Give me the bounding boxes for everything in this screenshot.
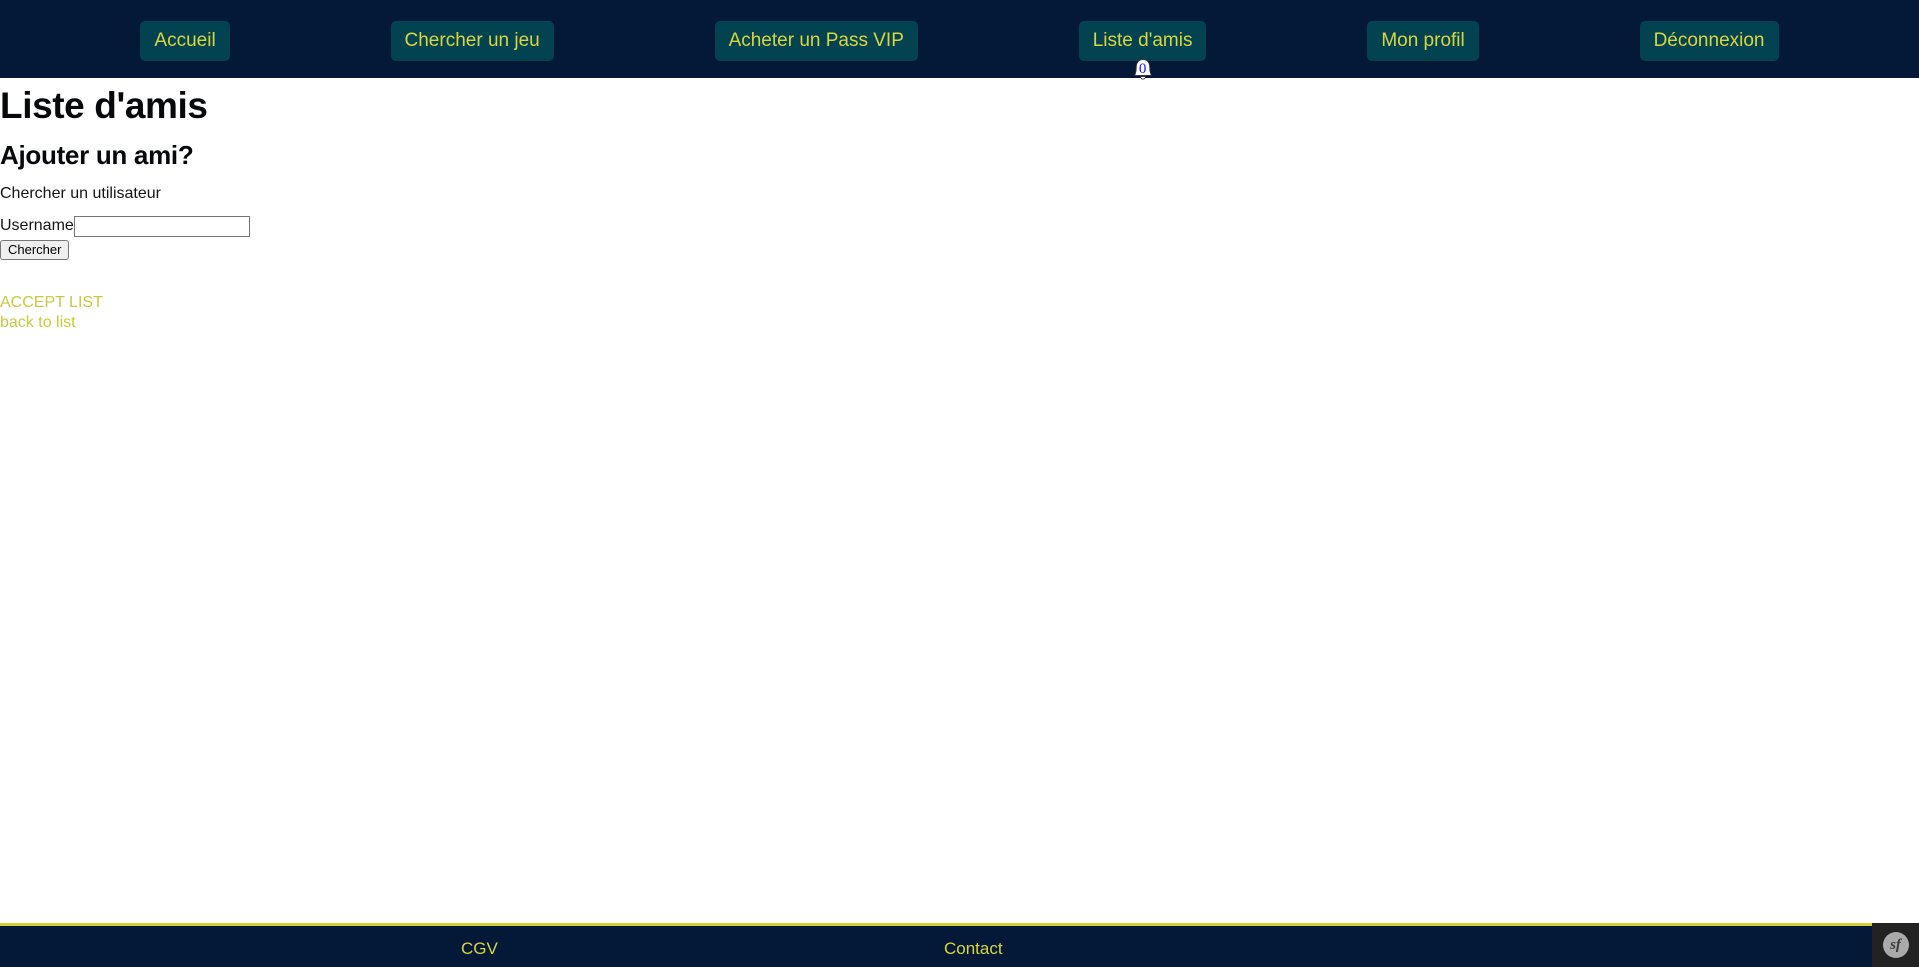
page-footer: CGV Contact [0, 923, 1919, 967]
footer-link-contact[interactable]: Contact [944, 939, 1003, 958]
friend-list-links: ACCEPT LIST back to list [0, 293, 103, 333]
nav-deconnexion-button[interactable]: Déconnexion [1640, 21, 1779, 61]
nav-chercher-un-jeu-button[interactable]: Chercher un jeu [391, 21, 554, 61]
navbar-items: Accueil Chercher un jeu Acheter un Pass … [0, 0, 1919, 78]
symfony-debug-toolbar[interactable]: sf [1872, 923, 1919, 967]
username-label: Username [0, 216, 74, 236]
page-title: Liste d'amis [0, 84, 208, 128]
nav-mon-profil-button[interactable]: Mon profil [1367, 21, 1478, 61]
nav-item-mon-profil: Mon profil [1367, 21, 1478, 61]
back-to-list-link[interactable]: back to list [0, 313, 103, 333]
user-search-form: Username Chercher [0, 216, 250, 260]
nav-item-deconnexion: Déconnexion [1640, 21, 1779, 61]
footer-links: CGV Contact [0, 926, 1919, 967]
nav-item-acheter-un-pass-vip: Acheter un Pass VIP [715, 21, 918, 61]
nav-accueil-button[interactable]: Accueil [140, 21, 229, 61]
notification-bell[interactable]: 0 [1132, 57, 1154, 81]
nav-item-liste-damis: Liste d'amis 0 [1079, 21, 1207, 61]
accept-list-link[interactable]: ACCEPT LIST [0, 293, 103, 313]
top-navbar: Accueil Chercher un jeu Acheter un Pass … [0, 0, 1919, 78]
footer-link-cgv[interactable]: CGV [461, 939, 498, 958]
nav-liste-damis-button[interactable]: Liste d'amis [1079, 21, 1207, 61]
section-title: Ajouter un ami? [0, 140, 193, 171]
symfony-logo-icon: sf [1883, 932, 1909, 958]
nav-item-accueil: Accueil [140, 21, 229, 61]
lead-text: Chercher un utilisateur [0, 184, 161, 204]
nav-acheter-un-pass-vip-button[interactable]: Acheter un Pass VIP [715, 21, 918, 61]
bell-icon [1132, 57, 1154, 81]
username-input[interactable] [74, 216, 250, 237]
nav-item-chercher-un-jeu: Chercher un jeu [391, 21, 554, 61]
username-field-row: Username [0, 216, 250, 236]
search-submit-button[interactable]: Chercher [0, 240, 69, 260]
